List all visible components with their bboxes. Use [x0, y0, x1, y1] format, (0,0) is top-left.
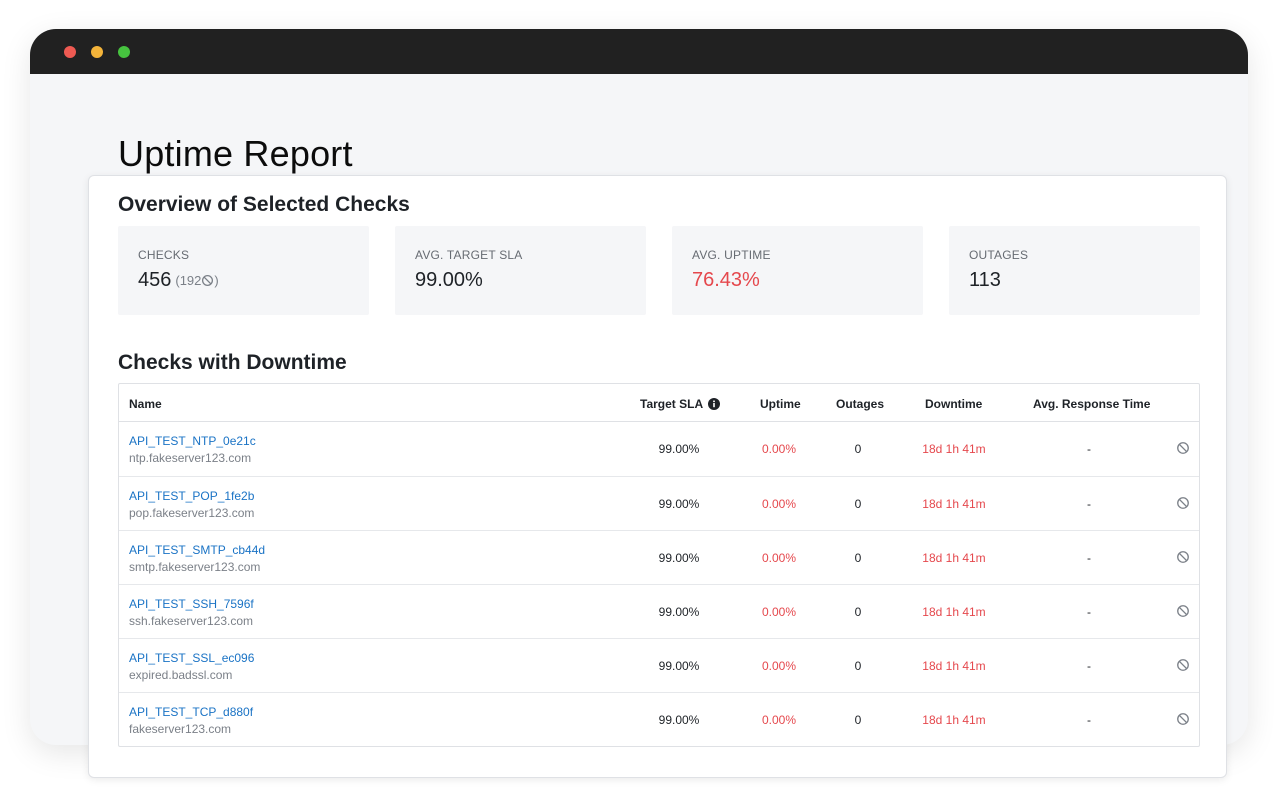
- check-name-link[interactable]: API_TEST_NTP_0e21c: [129, 434, 256, 448]
- cell-downtime: 18d 1h 41m: [922, 497, 986, 511]
- overview-stats: CHECKS 456 (192) AVG. TARGET SLA 99.00% A…: [118, 226, 1200, 315]
- table-row[interactable]: API_TEST_SSH_7596f ssh.fakeserver123.com…: [119, 584, 1199, 638]
- cell-outages: 0: [854, 605, 862, 619]
- column-header-name[interactable]: Name: [129, 397, 162, 411]
- check-name-link[interactable]: API_TEST_SMTP_cb44d: [129, 543, 265, 557]
- stat-label: AVG. UPTIME: [692, 248, 771, 262]
- maximize-window-button[interactable]: [118, 46, 130, 58]
- info-icon[interactable]: [708, 398, 721, 410]
- cell-uptime: 0.00%: [761, 497, 797, 511]
- column-header-target-sla[interactable]: Target SLA: [640, 397, 721, 411]
- cell-downtime: 18d 1h 41m: [922, 551, 986, 565]
- check-host: ssh.fakeserver123.com: [129, 614, 254, 628]
- stat-value-number: 456: [138, 269, 172, 291]
- table-row[interactable]: API_TEST_POP_1fe2b pop.fakeserver123.com…: [119, 476, 1199, 530]
- cell-outages: 0: [854, 497, 862, 511]
- stat-value: 99.00%: [415, 269, 483, 291]
- cell-target-sla: 99.00%: [658, 497, 700, 511]
- stat-value: 456 (192): [138, 269, 349, 292]
- check-host: expired.badssl.com: [129, 668, 233, 682]
- overview-title: Overview of Selected Checks: [118, 193, 410, 216]
- check-name-link[interactable]: API_TEST_SSH_7596f: [129, 597, 254, 611]
- cell-avg-response-time: -: [1087, 442, 1091, 456]
- cell-target-sla: 99.00%: [658, 659, 700, 673]
- stat-sub-count: (192: [175, 273, 202, 288]
- check-name-link[interactable]: API_TEST_POP_1fe2b: [129, 489, 254, 503]
- cell-downtime: 18d 1h 41m: [922, 605, 986, 619]
- cell-target-sla: 99.00%: [658, 713, 700, 727]
- table-row[interactable]: API_TEST_SMTP_cb44d smtp.fakeserver123.c…: [119, 530, 1199, 584]
- downtime-table: Name Target SLA Uptime Outages Downtime …: [118, 383, 1200, 747]
- cell-target-sla: 99.00%: [658, 442, 700, 456]
- table-header: Name Target SLA Uptime Outages Downtime …: [119, 384, 1199, 422]
- cell-downtime: 18d 1h 41m: [922, 442, 986, 456]
- stat-checks: CHECKS 456 (192): [118, 226, 369, 315]
- column-header-downtime[interactable]: Downtime: [925, 397, 982, 411]
- deactivate-icon[interactable]: [1176, 496, 1190, 510]
- title-bar: [30, 29, 1248, 74]
- deactivate-icon[interactable]: [1176, 658, 1190, 672]
- cell-avg-response-time: -: [1087, 605, 1091, 619]
- stat-label: CHECKS: [138, 248, 190, 262]
- stat-label: AVG. TARGET SLA: [415, 248, 523, 262]
- cell-target-sla: 99.00%: [658, 605, 700, 619]
- column-header-outages[interactable]: Outages: [836, 397, 884, 411]
- cell-downtime: 18d 1h 41m: [922, 659, 986, 673]
- cell-avg-response-time: -: [1087, 551, 1091, 565]
- cell-avg-response-time: -: [1087, 659, 1091, 673]
- check-host: ntp.fakeserver123.com: [129, 451, 252, 465]
- cell-outages: 0: [854, 659, 862, 673]
- column-header-avg-response-time[interactable]: Avg. Response Time: [1033, 397, 1150, 411]
- column-header-target-sla-label: Target SLA: [640, 397, 704, 411]
- column-header-uptime[interactable]: Uptime: [760, 397, 801, 411]
- check-host: fakeserver123.com: [129, 722, 232, 736]
- table-row[interactable]: API_TEST_NTP_0e21c ntp.fakeserver123.com…: [119, 422, 1199, 476]
- table-row[interactable]: API_TEST_TCP_d880f fakeserver123.com 99.…: [119, 692, 1199, 746]
- check-host: smtp.fakeserver123.com: [129, 560, 261, 574]
- deactivate-icon[interactable]: [1176, 441, 1190, 455]
- cell-outages: 0: [854, 442, 862, 456]
- cell-downtime: 18d 1h 41m: [922, 713, 986, 727]
- downtime-title: Checks with Downtime: [118, 351, 347, 374]
- check-name-link[interactable]: API_TEST_TCP_d880f: [129, 705, 253, 719]
- cell-outages: 0: [854, 551, 862, 565]
- table-row[interactable]: API_TEST_SSL_ec096 expired.badssl.com 99…: [119, 638, 1199, 692]
- close-window-button[interactable]: [64, 46, 76, 58]
- check-name-link[interactable]: API_TEST_SSL_ec096: [129, 651, 254, 665]
- stat-value: 113: [969, 269, 1001, 291]
- cell-uptime: 0.00%: [761, 713, 797, 727]
- check-host: pop.fakeserver123.com: [129, 506, 255, 520]
- cell-uptime: 0.00%: [761, 442, 797, 456]
- stat-outages: OUTAGES 113: [949, 226, 1200, 315]
- cell-uptime: 0.00%: [761, 659, 797, 673]
- stat-label: OUTAGES: [969, 248, 1029, 262]
- stat-sub: (192): [175, 273, 218, 288]
- deactivate-icon[interactable]: [1176, 604, 1190, 618]
- stat-sub-end: ): [214, 273, 219, 288]
- deactivate-icon[interactable]: [1176, 550, 1190, 564]
- page-title: Uptime Report: [118, 133, 353, 174]
- deactivate-icon[interactable]: [1176, 712, 1190, 726]
- report-card: Overview of Selected Checks CHECKS 456 (1…: [88, 175, 1227, 778]
- cell-uptime: 0.00%: [761, 551, 797, 565]
- cell-outages: 0: [854, 713, 862, 727]
- cell-target-sla: 99.00%: [658, 551, 700, 565]
- cell-uptime: 0.00%: [761, 605, 797, 619]
- cell-avg-response-time: -: [1087, 497, 1091, 511]
- stat-avg-uptime: AVG. UPTIME 76.43%: [672, 226, 923, 315]
- stat-value: 76.43%: [692, 269, 760, 291]
- deactivated-icon: [202, 274, 214, 287]
- cell-avg-response-time: -: [1087, 713, 1091, 727]
- stat-avg-target-sla: AVG. TARGET SLA 99.00%: [395, 226, 646, 315]
- minimize-window-button[interactable]: [91, 46, 103, 58]
